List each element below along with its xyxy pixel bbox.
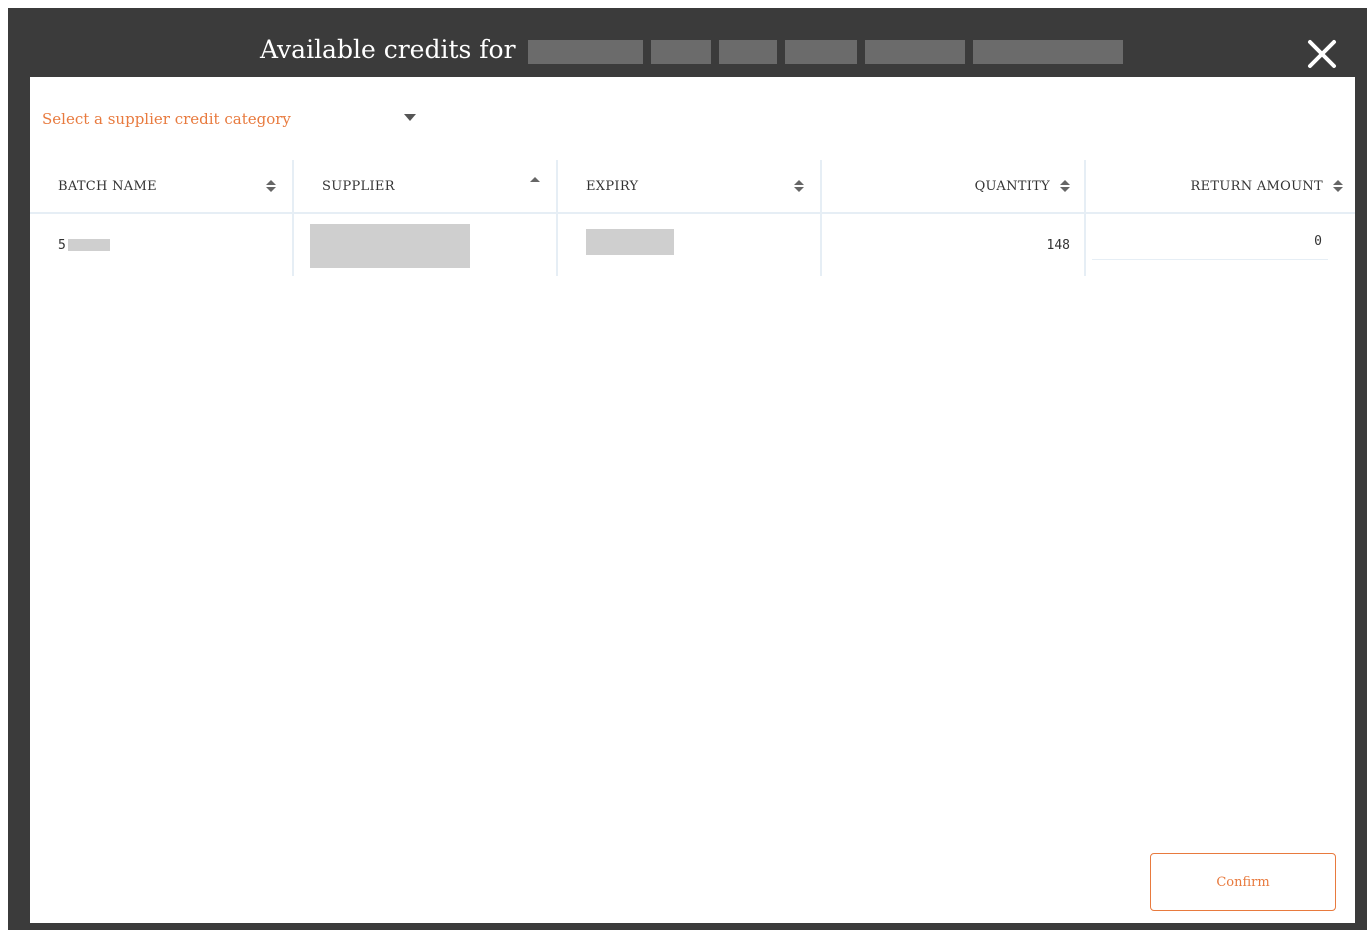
redacted-supplier — [310, 224, 470, 268]
cell-quantity: 148 — [822, 214, 1086, 276]
cell-supplier — [294, 214, 558, 276]
cell-batch-name: 5 — [30, 214, 294, 276]
category-select-placeholder: Select a supplier credit category — [42, 110, 291, 128]
sort-ascending-icon — [530, 177, 540, 182]
column-header-expiry[interactable]: EXPIRY — [558, 160, 822, 212]
close-icon — [1308, 40, 1336, 68]
close-button[interactable] — [1304, 36, 1340, 72]
redacted-batch-name — [67, 239, 110, 251]
column-header-return-amount[interactable]: RETURN AMOUNT — [1086, 160, 1355, 212]
column-header-supplier[interactable]: SUPPLIER — [294, 160, 558, 212]
caret-down-icon — [404, 114, 416, 121]
sort-icon — [266, 180, 276, 192]
column-header-quantity[interactable]: QUANTITY — [822, 160, 1086, 212]
column-header-batch-name[interactable]: BATCH NAME — [30, 160, 294, 212]
redacted-expiry — [586, 229, 674, 255]
supplier-credit-category-select[interactable]: Select a supplier credit category — [42, 105, 422, 133]
dialog-title: Available credits for — [260, 35, 516, 64]
sort-icon — [1060, 180, 1070, 192]
cell-return-amount — [1086, 214, 1355, 276]
credits-panel: Select a supplier credit category BATCH … — [30, 77, 1355, 923]
return-amount-input[interactable] — [1092, 224, 1328, 260]
modal-overlay: Available credits for Select a supplier … — [8, 8, 1367, 930]
cell-expiry — [558, 214, 822, 276]
redacted-title-name — [528, 35, 1136, 69]
table-header: BATCH NAME SUPPLIER EXPIRY QUANTITY RETU… — [30, 160, 1355, 214]
credits-table: BATCH NAME SUPPLIER EXPIRY QUANTITY RETU… — [30, 160, 1355, 276]
table-row[interactable]: 5 148 — [30, 214, 1355, 276]
sort-icon — [794, 180, 804, 192]
sort-icon — [1333, 180, 1343, 192]
dialog-header: Available credits for — [8, 8, 1367, 77]
confirm-button[interactable]: Confirm — [1150, 853, 1336, 911]
